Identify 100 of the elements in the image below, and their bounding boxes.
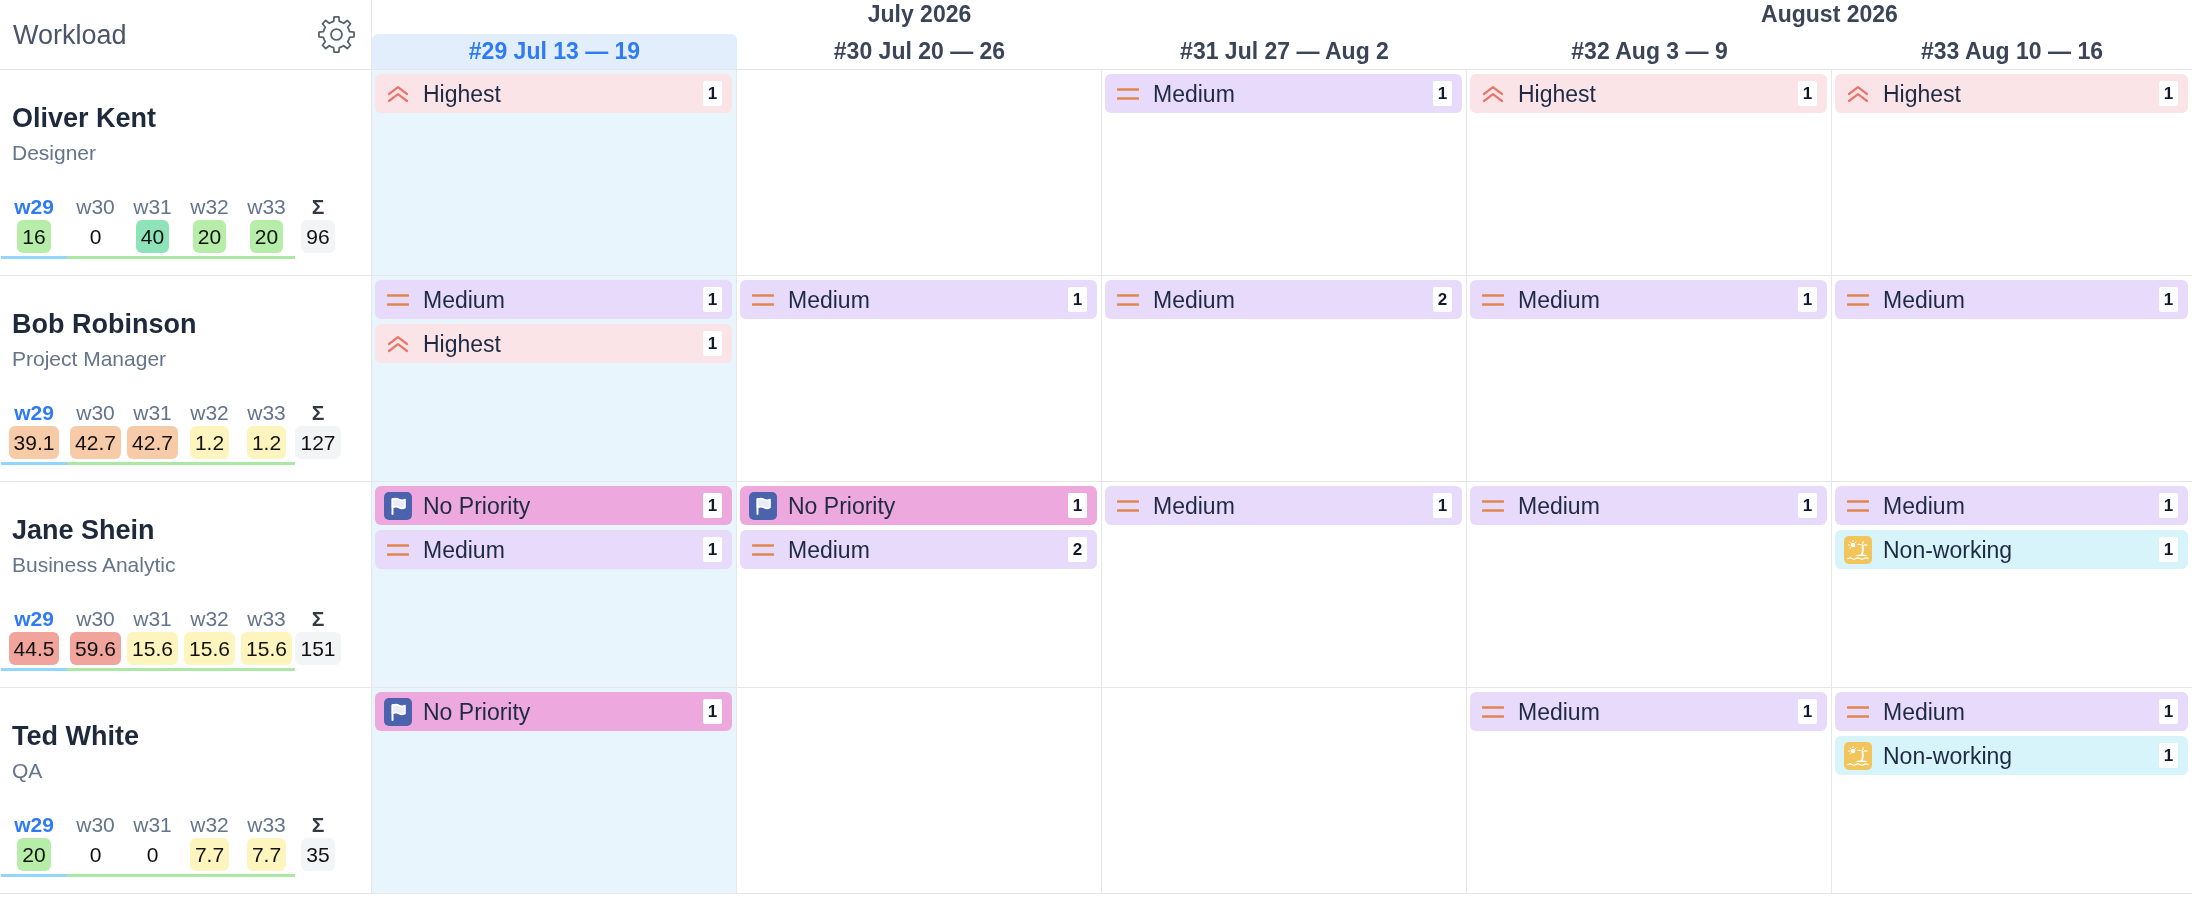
task-chip[interactable]: Medium 1: [1470, 486, 1827, 525]
task-chip[interactable]: Highest 1: [375, 324, 732, 363]
equals-icon: [752, 543, 774, 556]
hours-value: 15.6: [184, 632, 235, 665]
task-chip[interactable]: Medium 1: [1105, 74, 1462, 113]
task-chip[interactable]: No Priority 1: [375, 692, 732, 731]
priority-label: Medium: [1153, 79, 1236, 108]
priority-label: Medium: [788, 535, 871, 564]
total-value: 35: [301, 838, 335, 871]
week-header: #32 Aug 3 — 9: [1467, 34, 1832, 70]
task-chip[interactable]: Medium 1: [1835, 692, 2188, 731]
priority-label: Non-working: [1883, 535, 2014, 564]
task-count: 1: [703, 493, 722, 518]
task-chip[interactable]: No Priority 1: [740, 486, 1097, 525]
hours-value: 44.5: [8, 632, 60, 665]
task-chip[interactable]: Highest 1: [1835, 74, 2188, 113]
task-chip[interactable]: Non-working 1: [1835, 530, 2188, 569]
task-count: 1: [703, 699, 722, 724]
hours-value: 7.7: [246, 838, 287, 871]
hours-value: 1.2: [246, 426, 287, 459]
priority-label: Medium: [1883, 285, 1966, 314]
task-chip[interactable]: Medium 1: [1470, 692, 1827, 731]
week-label: w31: [133, 400, 172, 426]
priority-label: Highest: [1518, 79, 1597, 108]
week-label: w32: [190, 400, 229, 426]
task-count: 1: [703, 287, 722, 312]
week-label: w32: [190, 606, 229, 632]
double-chevron-icon: [1482, 84, 1504, 103]
task-chip[interactable]: Medium 1: [1105, 486, 1462, 525]
priority-label: Medium: [423, 285, 506, 314]
priority-label: No Priority: [423, 697, 532, 726]
task-chip[interactable]: Medium 1: [1835, 280, 2188, 319]
equals-icon: [752, 293, 774, 306]
priority-label: Medium: [1518, 285, 1601, 314]
week-header: #29 Jul 13 — 19: [372, 34, 737, 70]
person-name: Oliver Kent: [12, 102, 157, 134]
double-chevron-icon: [387, 334, 409, 353]
task-chip[interactable]: Highest 1: [1470, 74, 1827, 113]
week-label: w29: [14, 812, 54, 838]
priority-label: Medium: [1518, 491, 1601, 520]
equals-icon: [1482, 705, 1504, 718]
equals-icon: [1847, 293, 1869, 306]
task-count: 2: [1433, 287, 1452, 312]
equals-icon: [387, 293, 409, 306]
week-header: #31 Jul 27 — Aug 2: [1102, 34, 1467, 70]
equals-icon: [387, 543, 409, 556]
task-count: 1: [2159, 537, 2178, 562]
equals-icon: [1482, 293, 1504, 306]
equals-icon: [1847, 705, 1869, 718]
hours-value: 20: [249, 220, 284, 253]
task-count: 1: [1798, 699, 1817, 724]
priority-label: Medium: [1883, 697, 1966, 726]
task-chip[interactable]: Medium 1: [375, 530, 732, 569]
palm-island-icon: [1844, 741, 1872, 770]
panel-title: Workload: [13, 18, 127, 51]
priority-label: Non-working: [1883, 741, 2014, 770]
hours-value: 20: [17, 838, 51, 871]
hours-value: 1.2: [189, 426, 230, 459]
double-chevron-icon: [387, 84, 409, 103]
week-label: w30: [76, 400, 115, 426]
week-label: w33: [247, 194, 286, 220]
task-chip[interactable]: No Priority 1: [375, 486, 732, 525]
task-chip[interactable]: Medium 2: [1105, 280, 1462, 319]
hours-value: 15.6: [127, 632, 178, 665]
person-name: Bob Robinson: [12, 308, 197, 340]
task-chip[interactable]: Medium 2: [740, 530, 1097, 569]
task-count: 1: [1068, 493, 1087, 518]
task-chip[interactable]: Highest 1: [375, 74, 732, 113]
task-chip[interactable]: Medium 1: [375, 280, 732, 319]
task-count: 1: [2159, 81, 2178, 106]
equals-icon: [1847, 499, 1869, 512]
total-label: Σ: [311, 812, 325, 838]
person-role: QA: [12, 758, 43, 784]
priority-label: Medium: [1883, 491, 1966, 520]
task-chip[interactable]: Non-working 1: [1835, 736, 2188, 775]
priority-label: Medium: [788, 285, 871, 314]
task-count: 1: [1798, 493, 1817, 518]
total-value: 151: [295, 632, 341, 665]
equals-icon: [1117, 293, 1139, 306]
task-chip[interactable]: Medium 1: [1470, 280, 1827, 319]
hours-value: 39.1: [8, 426, 60, 459]
task-count: 1: [1433, 81, 1452, 106]
task-count: 1: [2159, 743, 2178, 768]
priority-label: No Priority: [423, 491, 532, 520]
person-name: Ted White: [12, 720, 139, 752]
double-chevron-icon: [1847, 84, 1869, 103]
person-name: Jane Shein: [12, 514, 155, 546]
hours-value: 42.7: [127, 426, 178, 459]
week-label: w29: [14, 606, 54, 632]
settings-icon[interactable]: [318, 16, 355, 53]
task-count: 1: [1798, 81, 1817, 106]
week-label: w31: [133, 812, 172, 838]
total-value: 96: [301, 220, 335, 253]
hours-value: 42.7: [70, 426, 121, 459]
task-chip[interactable]: Medium 1: [1835, 486, 2188, 525]
task-chip[interactable]: Medium 1: [740, 280, 1097, 319]
hours-value: 16: [17, 220, 51, 253]
hours-value: 0: [145, 842, 160, 868]
flag-icon: [749, 491, 777, 520]
palm-island-icon: [1844, 535, 1872, 564]
